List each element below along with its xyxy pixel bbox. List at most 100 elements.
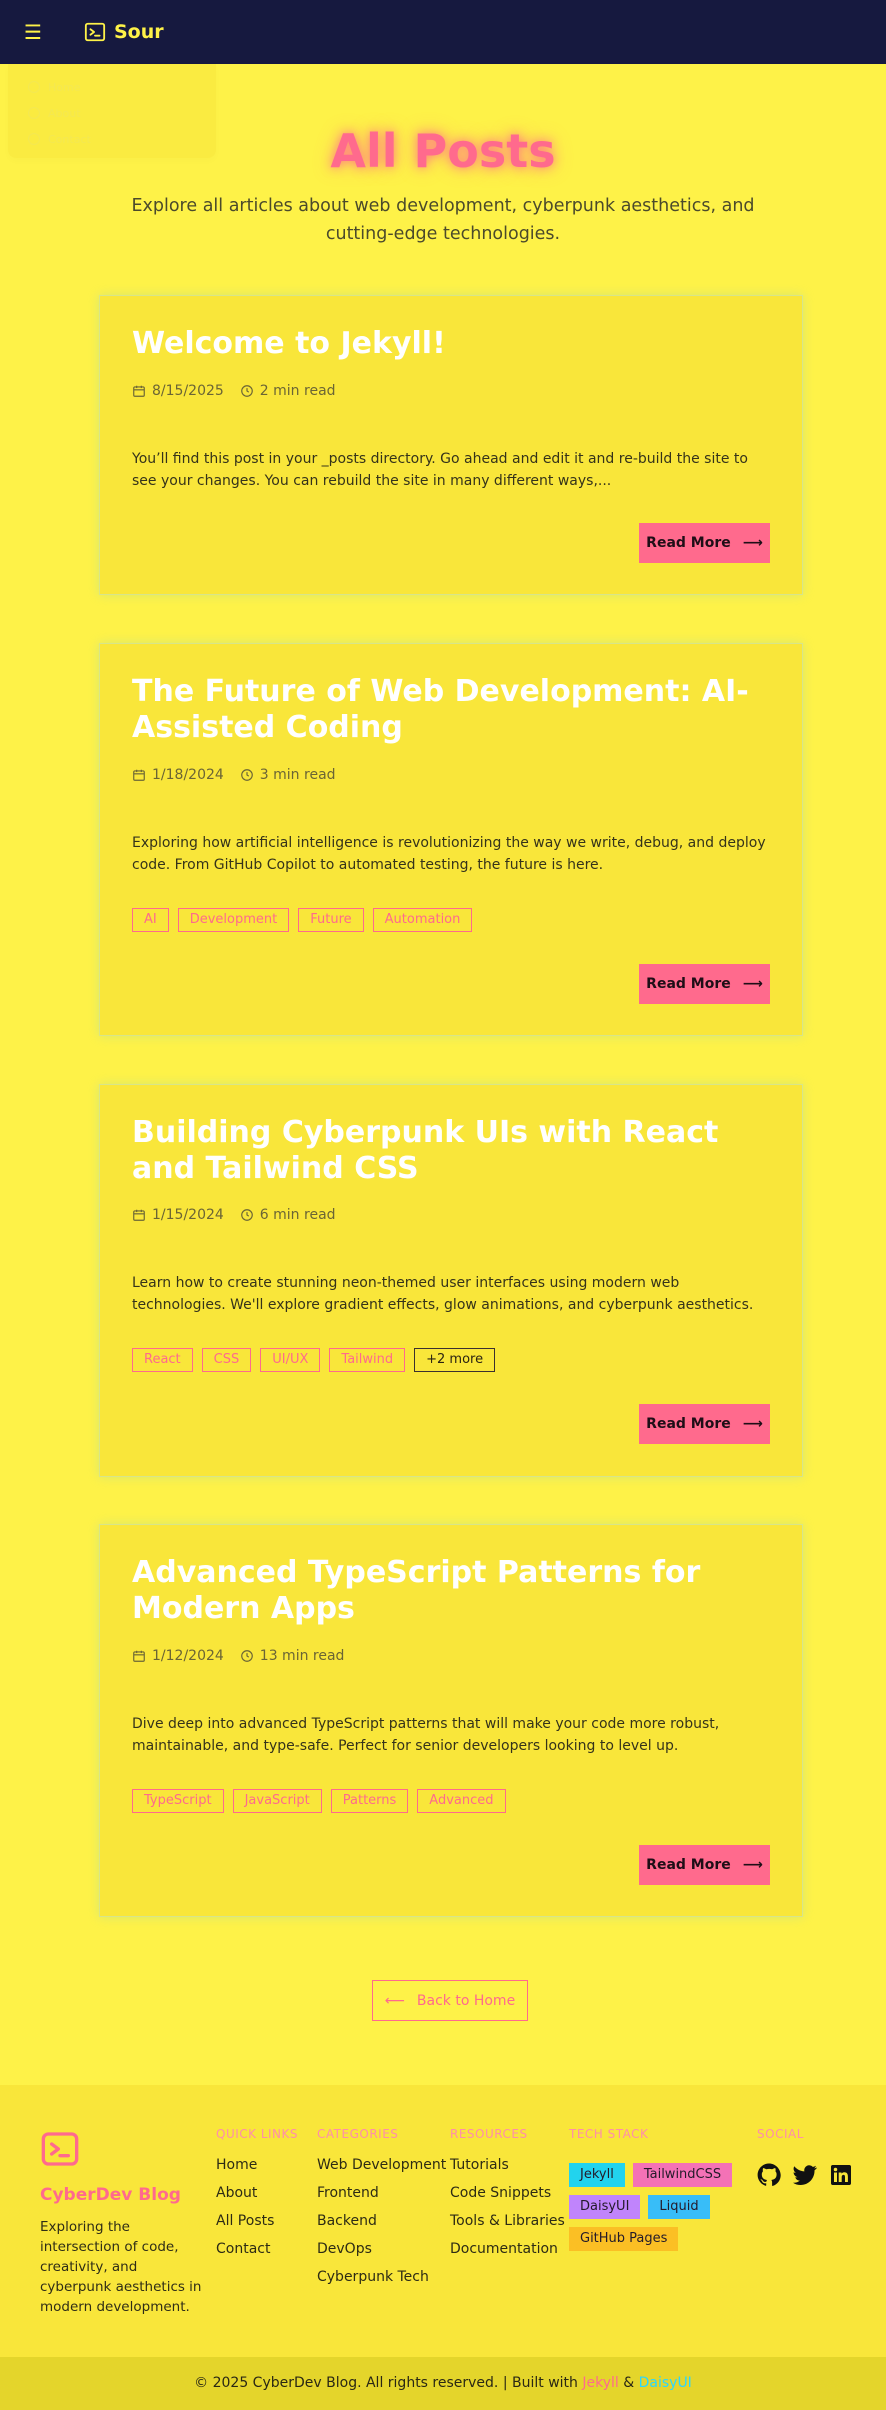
post-tags: TypeScript JavaScript Patterns Advanced bbox=[132, 1789, 506, 1813]
footer-categories: CATEGORIES Web Development Frontend Back… bbox=[317, 2127, 446, 2295]
tag[interactable]: JavaScript bbox=[232, 1789, 322, 1813]
tag[interactable]: Patterns bbox=[330, 1789, 409, 1813]
more-tags-badge[interactable]: +2 more bbox=[414, 1348, 496, 1372]
post-date: 8/15/2025 bbox=[152, 383, 224, 399]
tag[interactable]: React bbox=[132, 1348, 193, 1372]
linkedin-icon[interactable] bbox=[829, 2163, 853, 2187]
footer-tech-stack: TECH STACK bbox=[569, 2127, 648, 2155]
post-tags: AI Development Future Automation bbox=[132, 908, 473, 932]
tag[interactable]: Automation bbox=[372, 908, 473, 932]
post-title[interactable]: Building Cyberpunk UIs with React and Ta… bbox=[132, 1115, 772, 1187]
hamburger-menu-icon[interactable]: ☰ bbox=[20, 19, 46, 45]
resource-link[interactable]: Tutorials bbox=[450, 2155, 565, 2183]
footer-link-about[interactable]: About bbox=[216, 2183, 298, 2211]
category-link[interactable]: Backend bbox=[317, 2211, 446, 2239]
post-card: Welcome to Jekyll! 8/15/2025 2 min read … bbox=[99, 295, 803, 595]
resource-link[interactable]: Tools & Libraries bbox=[450, 2211, 565, 2239]
footer-link-all-posts[interactable]: All Posts bbox=[216, 2211, 298, 2239]
copyright-text: © 2025 CyberDev Blog. All rights reserve… bbox=[194, 2375, 578, 2391]
calendar-icon bbox=[133, 1650, 145, 1662]
footer-quick-links: QUICK LINKS Home About All Posts Contact bbox=[216, 2127, 298, 2267]
dropdown-item-home[interactable]: Home bbox=[28, 78, 128, 96]
post-meta: 1/18/2024 3 min read bbox=[132, 765, 336, 785]
category-link[interactable]: Web Development bbox=[317, 2155, 446, 2183]
post-meta: 1/12/2024 13 min read bbox=[132, 1646, 344, 1666]
resource-link[interactable]: Documentation bbox=[450, 2239, 565, 2267]
tech-badge-tailwindcss[interactable]: TailwindCSS bbox=[632, 2163, 733, 2187]
calendar-icon bbox=[133, 1209, 145, 1221]
post-date: 1/12/2024 bbox=[152, 1648, 224, 1664]
social-links bbox=[757, 2163, 853, 2187]
category-link[interactable]: DevOps bbox=[317, 2239, 446, 2267]
post-read-time: 3 min read bbox=[259, 767, 336, 783]
page-title: All Posts bbox=[330, 124, 556, 178]
ampersand: & bbox=[623, 2375, 635, 2391]
footer-link-home[interactable]: Home bbox=[216, 2155, 298, 2183]
footer-brand: CyberDev Blog bbox=[40, 2185, 181, 2205]
post-card: The Future of Web Development: AI-Assist… bbox=[99, 643, 803, 1036]
terminal-icon bbox=[84, 22, 106, 42]
footer-link-contact[interactable]: Contact bbox=[216, 2239, 298, 2267]
post-excerpt: Exploring how artificial intelligence is… bbox=[132, 835, 766, 873]
copyright-bar: © 2025 CyberDev Blog. All rights reserve… bbox=[0, 2357, 886, 2410]
back-to-home-button[interactable]: ⟵ Back to Home bbox=[372, 1980, 528, 2021]
post-title[interactable]: The Future of Web Development: AI-Assist… bbox=[132, 674, 772, 746]
category-link[interactable]: Cyberpunk Tech bbox=[317, 2267, 446, 2295]
read-more-button[interactable]: Read More ⟶ bbox=[639, 523, 770, 563]
tag[interactable]: AI bbox=[132, 908, 169, 932]
arrow-right-icon: ⟶ bbox=[742, 1857, 763, 1873]
tag[interactable]: TypeScript bbox=[132, 1789, 224, 1813]
tech-stack-badges: Jekyll TailwindCSS DaisyUI Liquid GitHub… bbox=[569, 2163, 749, 2251]
post-read-time: 13 min read bbox=[259, 1648, 345, 1664]
post-date: 1/15/2024 bbox=[152, 1207, 224, 1223]
dropdown-item-about[interactable]: About bbox=[28, 104, 128, 122]
clock-icon bbox=[240, 1209, 253, 1221]
column-heading: TECH STACK bbox=[569, 2127, 649, 2141]
calendar-icon bbox=[133, 769, 145, 781]
terminal-icon bbox=[41, 2132, 79, 2166]
tech-badge-github-pages[interactable]: GitHub Pages bbox=[569, 2227, 679, 2251]
tag[interactable]: CSS bbox=[201, 1348, 252, 1372]
post-read-time: 2 min read bbox=[259, 383, 336, 399]
tag[interactable]: Development bbox=[177, 908, 290, 932]
read-more-button[interactable]: Read More ⟶ bbox=[639, 1404, 770, 1444]
post-excerpt: Learn how to create stunning neon-themed… bbox=[132, 1275, 754, 1313]
tag[interactable]: UI/UX bbox=[260, 1348, 321, 1372]
arrow-left-icon: ⟵ bbox=[384, 1992, 405, 2009]
tech-badge-daisyui[interactable]: DaisyUI bbox=[569, 2195, 641, 2219]
post-read-time: 6 min read bbox=[259, 1207, 336, 1223]
tech-badge-liquid[interactable]: Liquid bbox=[648, 2195, 710, 2219]
calendar-icon bbox=[133, 385, 145, 397]
daisyui-link[interactable]: DaisyUI bbox=[639, 2375, 692, 2391]
footer-description: Exploring the intersection of code, crea… bbox=[40, 2219, 202, 2315]
read-more-button[interactable]: Read More ⟶ bbox=[639, 1845, 770, 1885]
tag[interactable]: Advanced bbox=[417, 1789, 506, 1813]
resource-link[interactable]: Code Snippets bbox=[450, 2183, 565, 2211]
arrow-right-icon: ⟶ bbox=[742, 535, 763, 551]
arrow-right-icon: ⟶ bbox=[742, 1416, 763, 1432]
post-title[interactable]: Advanced TypeScript Patterns for Modern … bbox=[132, 1555, 772, 1627]
column-heading: CATEGORIES bbox=[317, 2127, 399, 2141]
post-title[interactable]: Welcome to Jekyll! bbox=[132, 326, 772, 362]
navbar: ☰ Sour bbox=[0, 0, 886, 64]
arrow-right-icon: ⟶ bbox=[742, 976, 763, 992]
brand-link[interactable]: Sour bbox=[84, 17, 164, 47]
post-card: Building Cyberpunk UIs with React and Ta… bbox=[99, 1084, 803, 1477]
footer: CyberDev Blog Exploring the intersection… bbox=[0, 2085, 886, 2357]
post-meta: 8/15/2025 2 min read bbox=[132, 381, 336, 401]
post-excerpt: Dive deep into advanced TypeScript patte… bbox=[132, 1716, 720, 1754]
tag[interactable]: Tailwind bbox=[329, 1348, 406, 1372]
tech-badge-jekyll[interactable]: Jekyll bbox=[569, 2163, 625, 2187]
read-more-button[interactable]: Read More ⟶ bbox=[639, 964, 770, 1004]
category-link[interactable]: Frontend bbox=[317, 2183, 446, 2211]
tag[interactable]: Future bbox=[298, 908, 364, 932]
page-subtitle: Explore all articles about web developme… bbox=[131, 196, 755, 244]
github-icon[interactable] bbox=[757, 2163, 781, 2187]
footer-resources: RESOURCES Tutorials Code Snippets Tools … bbox=[450, 2127, 565, 2267]
jekyll-link[interactable]: Jekyll bbox=[582, 2375, 618, 2391]
clock-icon bbox=[240, 769, 253, 781]
column-heading: RESOURCES bbox=[450, 2127, 528, 2141]
brand-name: Sour bbox=[114, 21, 164, 43]
twitter-icon[interactable] bbox=[793, 2163, 817, 2187]
home-icon bbox=[28, 81, 40, 93]
